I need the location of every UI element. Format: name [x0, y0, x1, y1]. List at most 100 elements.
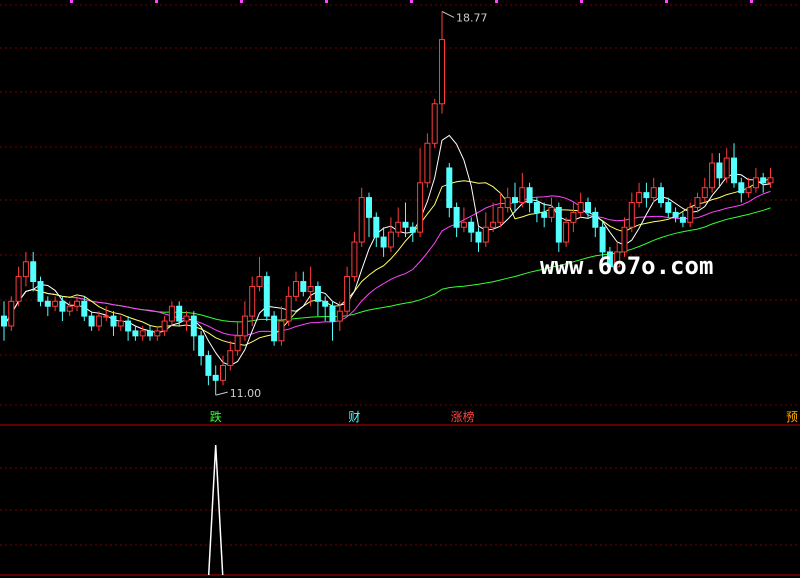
candle-body: [621, 226, 628, 253]
top-tick: [750, 0, 753, 3]
candle-body: [190, 315, 197, 337]
watermark-text: www.6o7o.com: [540, 252, 714, 280]
candle-body: [74, 300, 80, 307]
candle-body: [701, 187, 708, 199]
candle-body: [344, 276, 351, 312]
candle-body: [88, 315, 95, 327]
candle-body: [643, 192, 650, 199]
candle-body: [628, 202, 635, 228]
candle-body: [658, 187, 664, 204]
ma5-line: [3, 134, 771, 367]
candle-body: [482, 226, 489, 243]
candle-body: [358, 197, 365, 243]
candle-body: [475, 231, 482, 243]
candle-body: [132, 330, 139, 337]
candle-body: [636, 192, 643, 204]
candle-body: [205, 355, 212, 376]
candle-body: [409, 226, 416, 233]
candle-body: [285, 295, 292, 322]
candle-body: [227, 350, 234, 366]
candle-body: [424, 142, 431, 184]
candle-body: [373, 216, 380, 238]
candle-body: [52, 300, 59, 307]
candle-body: [322, 300, 329, 307]
candle-body: [402, 221, 409, 228]
candle-body: [59, 300, 66, 312]
candle-body: [431, 103, 438, 144]
candle-body: [446, 167, 453, 208]
candle-body: [439, 39, 445, 105]
candle-body: [278, 320, 285, 342]
candle-body: [198, 335, 205, 357]
candle-body: [220, 364, 226, 381]
candle-body: [453, 206, 460, 228]
candle-body: [241, 315, 248, 337]
candle-body: [147, 330, 153, 337]
candle-body: [234, 335, 241, 352]
candle-body: [351, 241, 358, 278]
event-marker: 跌: [210, 409, 222, 424]
candle-body: [504, 197, 511, 208]
candle-body: [154, 330, 161, 337]
candle-body: [679, 216, 686, 223]
candle-body: [176, 305, 183, 322]
candle-body: [366, 197, 372, 218]
kline-chart: 18.77 11.00 跌 财 涨榜 预: [0, 0, 800, 576]
candle-body: [694, 197, 701, 208]
candle-body: [592, 211, 599, 228]
high-label: 18.77: [456, 11, 488, 24]
candle-body: [307, 285, 314, 292]
candle-body: [417, 182, 424, 233]
candle-body: [271, 315, 278, 342]
candle-body: [293, 281, 299, 297]
candle-body: [555, 206, 562, 243]
high-pointer: [441, 10, 455, 18]
candle-body: [672, 211, 679, 218]
candle-body: [650, 187, 657, 199]
chart-window: 18.77 11.00 跌 财 涨榜 预 www.6o7o.com: [0, 0, 800, 578]
candle-body: [490, 221, 497, 228]
top-tick: [495, 0, 498, 3]
candle-body: [585, 202, 591, 213]
candle-body: [8, 300, 15, 327]
candle-body: [263, 276, 270, 317]
candle-body: [117, 320, 124, 327]
top-tick: [155, 0, 158, 3]
candle-body: [526, 187, 533, 204]
candle-body: [745, 187, 752, 194]
candle-body: [395, 221, 402, 233]
candle-body: [599, 226, 606, 253]
candle-body: [380, 236, 387, 248]
candle-body: [30, 261, 37, 283]
event-marker: 财: [348, 410, 360, 424]
low-pointer: [215, 391, 228, 396]
candle-body: [329, 305, 336, 322]
candle-body: [687, 206, 694, 223]
candle-body: [548, 206, 555, 218]
candle-body: [168, 305, 175, 322]
top-tick: [580, 0, 583, 3]
top-tick: [70, 0, 73, 3]
candle-body: [460, 221, 467, 228]
candle-body: [161, 320, 168, 332]
candle-body: [752, 177, 759, 189]
candle-body: [387, 231, 394, 248]
candle-body: [665, 202, 672, 213]
candle-body: [81, 300, 88, 317]
candle-body: [563, 221, 570, 243]
candle-body: [37, 281, 44, 302]
candle-body: [125, 320, 132, 332]
event-marker: 涨榜: [451, 409, 475, 424]
candle-body: [533, 202, 540, 213]
candle-body: [716, 162, 723, 179]
candle-body: [15, 276, 22, 302]
low-label: 11.00: [230, 387, 262, 400]
candle-body: [512, 197, 518, 204]
top-tick: [240, 0, 243, 3]
candle-body: [139, 330, 146, 337]
candle-body: [519, 187, 526, 204]
candle-body: [110, 315, 117, 327]
candle-body: [570, 211, 577, 223]
candle-body: [22, 261, 29, 278]
top-tick: [665, 0, 668, 3]
